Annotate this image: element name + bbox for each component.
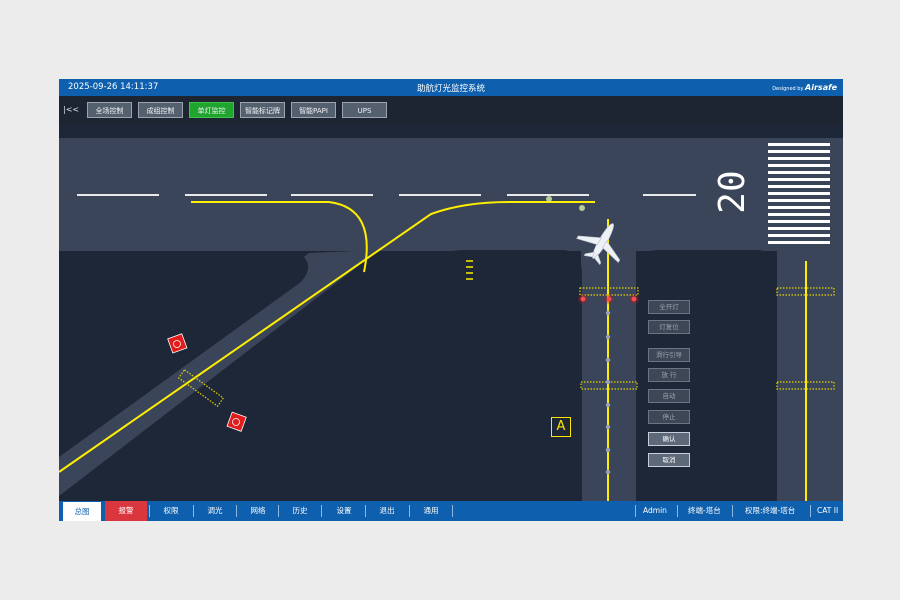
divider bbox=[732, 505, 733, 517]
btn-taxi-guidance[interactable]: 滑行引导 bbox=[648, 348, 690, 362]
brand-name: Airsafe bbox=[805, 83, 837, 92]
system-title: 助航灯光监控系统 bbox=[416, 84, 485, 94]
btn-release[interactable]: 放 行 bbox=[648, 368, 690, 382]
tab-permission[interactable]: 权限 bbox=[150, 501, 192, 521]
btn-cancel[interactable]: 取消 bbox=[648, 453, 690, 467]
btn-stop[interactable]: 停止 bbox=[648, 410, 690, 424]
runway-designator: 20 bbox=[712, 170, 753, 214]
divider bbox=[452, 505, 453, 517]
grass-island-left bbox=[59, 251, 309, 457]
btn-auto[interactable]: 自动 bbox=[648, 389, 690, 403]
current-user: Admin bbox=[643, 506, 667, 515]
tab-exit[interactable]: 退出 bbox=[366, 501, 408, 521]
airfield-map: 20 A 全开灯 灯复位 滑行引导 放 行 自动 停止 确认 取消 bbox=[59, 124, 843, 501]
terminal-name: 终端-塔台 bbox=[688, 506, 721, 515]
divider bbox=[321, 505, 322, 517]
brand-logo: Designed by Airsafe bbox=[772, 83, 837, 92]
title-bar: 2025-09-26 14:11:37 助航灯光监控系统 Designed by… bbox=[59, 79, 843, 96]
tab-network[interactable]: 网络 bbox=[237, 501, 279, 521]
btn-group-control[interactable]: 成组控制 bbox=[138, 102, 183, 118]
btn-smart-papi[interactable]: 智能PAPI bbox=[291, 102, 336, 118]
btn-ups[interactable]: UPS bbox=[342, 102, 387, 118]
btn-all-lights-on[interactable]: 全开灯 bbox=[648, 300, 690, 314]
divider bbox=[635, 505, 636, 517]
tab-dimming[interactable]: 调光 bbox=[194, 501, 236, 521]
collapse-toggle[interactable]: |<< bbox=[63, 105, 79, 114]
tab-general[interactable]: 通用 bbox=[410, 501, 452, 521]
divider bbox=[810, 505, 811, 517]
runway-threshold-bars bbox=[768, 143, 830, 244]
btn-single-lamp-monitor[interactable]: 单灯监控 bbox=[189, 102, 234, 118]
tab-alarm[interactable]: 报警 bbox=[105, 501, 147, 521]
application-window: 2025-09-26 14:11:37 助航灯光监控系统 Designed by… bbox=[59, 79, 843, 521]
category-indicator: CAT II bbox=[817, 506, 839, 515]
tab-overview[interactable]: 总图 bbox=[63, 502, 101, 521]
tab-history[interactable]: 历史 bbox=[279, 501, 321, 521]
tab-settings[interactable]: 设置 bbox=[323, 501, 365, 521]
divider bbox=[677, 505, 678, 517]
toolbar: |<< 全场控制 成组控制 单灯监控 智能标记牌 智能PAPI UPS bbox=[59, 96, 843, 124]
btn-smart-sign[interactable]: 智能标记牌 bbox=[240, 102, 285, 118]
position-marker-a[interactable]: A bbox=[551, 417, 571, 437]
permission-info: 权限:终端-塔台 bbox=[745, 506, 796, 515]
taxiway-vertical-right bbox=[777, 224, 843, 501]
designed-by-label: Designed by bbox=[772, 86, 804, 92]
btn-full-field-control[interactable]: 全场控制 bbox=[87, 102, 132, 118]
status-bar: 总图 报警 权限 调光 网络 历史 设置 退出 通用 Admin 终端-塔台 权… bbox=[59, 501, 843, 521]
btn-light-reset[interactable]: 灯复位 bbox=[648, 320, 690, 334]
btn-confirm[interactable]: 确认 bbox=[648, 432, 690, 446]
